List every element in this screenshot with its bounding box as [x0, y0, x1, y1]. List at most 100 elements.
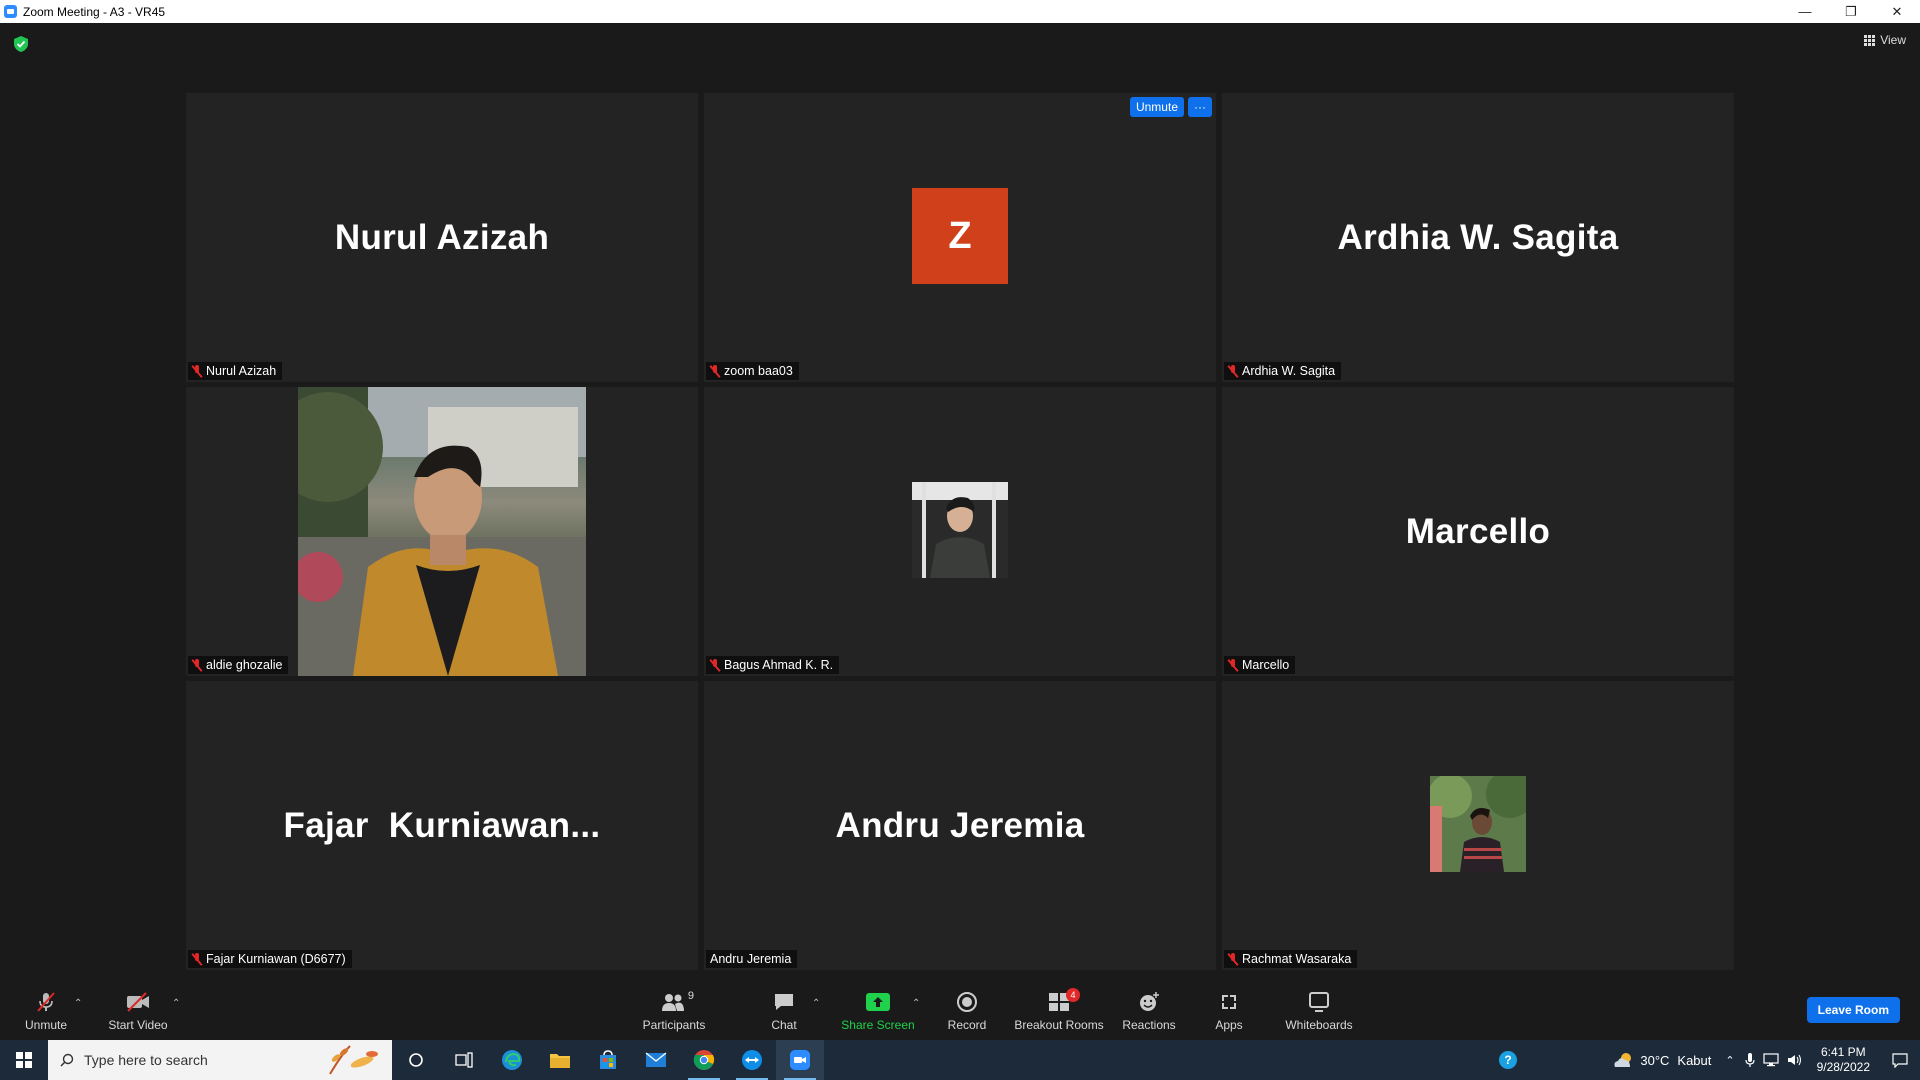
mic-muted-icon [1228, 658, 1238, 672]
tray-chevron-up-icon[interactable]: ⌃ [1725, 1054, 1734, 1067]
search-highlight-illustration-icon [329, 1045, 378, 1075]
participant-name-display: Ardhia W. Sagita [1337, 217, 1619, 257]
minimize-icon[interactable]: — [1782, 0, 1828, 23]
weather-condition[interactable]: Kabut [1677, 1053, 1711, 1068]
participant-label: Andru Jeremia [706, 950, 798, 968]
chat-label: Chat [771, 1018, 797, 1032]
notification-center-icon[interactable] [1880, 1040, 1920, 1080]
participants-button[interactable]: 9 Participants [637, 980, 711, 1040]
share-screen-button[interactable]: Share Screen [838, 980, 918, 1040]
window-controls: — ❐ ✕ [1782, 0, 1920, 23]
video-tile[interactable]: Rachmat Wasaraka [1222, 681, 1734, 970]
chat-options-chevron-icon[interactable]: ⌃ [812, 998, 820, 1009]
tile-actions: Unmute ··· [1129, 97, 1212, 117]
video-tile[interactable]: Nurul Azizah Nurul Azizah [186, 93, 698, 382]
start-video-button[interactable]: Start Video [104, 980, 172, 1040]
apps-icon [1218, 990, 1240, 1014]
participants-icon: 9 [660, 990, 694, 1014]
zoom-taskbar-icon[interactable] [776, 1040, 824, 1080]
network-icon[interactable] [1763, 1053, 1779, 1067]
participant-profile-photo [912, 482, 1008, 578]
share-options-chevron-icon[interactable]: ⌃ [912, 998, 920, 1009]
view-label: View [1880, 33, 1906, 47]
help-icon[interactable]: ? [1484, 1040, 1532, 1080]
reactions-icon [1137, 990, 1161, 1014]
video-tile[interactable]: Marcello Marcello [1222, 387, 1734, 676]
participant-name-display: Fajar Kurniawan... [283, 805, 601, 845]
windows-start-icon[interactable] [0, 1040, 48, 1080]
zoom-app-icon [4, 5, 17, 18]
record-button[interactable]: Record [940, 980, 994, 1040]
participant-label-text: aldie ghozalie [206, 658, 283, 672]
video-tile[interactable]: Bagus Ahmad K. R. [704, 387, 1216, 676]
task-view-icon[interactable] [440, 1040, 488, 1080]
start-video-label: Start Video [108, 1018, 168, 1032]
tile-more-button[interactable]: ··· [1188, 97, 1212, 117]
leave-room-button[interactable]: Leave Room [1806, 997, 1900, 1023]
whiteboards-button[interactable]: Whiteboards [1280, 980, 1358, 1040]
chat-icon [772, 990, 796, 1014]
video-options-chevron-icon[interactable]: ⌃ [172, 998, 180, 1009]
participant-label: Fajar Kurniawan (D6677) [188, 950, 352, 968]
participant-label-text: Marcello [1242, 658, 1290, 672]
participant-label-text: Fajar Kurniawan (D6677) [206, 952, 346, 966]
audio-options-chevron-icon[interactable]: ⌃ [74, 998, 82, 1009]
participant-name-display: Nurul Azizah [334, 217, 550, 257]
video-tile[interactable]: Unmute ··· Z zoom baa03 [704, 93, 1216, 382]
participant-label-text: zoom baa03 [724, 364, 793, 378]
system-tray: ? 30°C Kabut ⌃ 6:41 PM 9/28/2022 [1484, 1040, 1920, 1080]
mail-icon[interactable] [632, 1040, 680, 1080]
share-screen-label: Share Screen [841, 1018, 915, 1032]
breakout-rooms-button[interactable]: 4 Breakout Rooms [1012, 980, 1106, 1040]
chat-button[interactable]: Chat [760, 980, 808, 1040]
restore-icon[interactable]: ❐ [1828, 0, 1874, 23]
microphone-icon[interactable] [1745, 1052, 1755, 1068]
teamviewer-icon[interactable] [728, 1040, 776, 1080]
mic-muted-icon [1228, 364, 1238, 378]
mic-muted-icon [710, 658, 720, 672]
reactions-button[interactable]: Reactions [1118, 980, 1180, 1040]
weather-temperature[interactable]: 30°C [1640, 1053, 1669, 1068]
weather-cloudy-icon[interactable] [1612, 1052, 1634, 1068]
microsoft-store-icon[interactable] [584, 1040, 632, 1080]
mic-muted-icon [1228, 952, 1238, 966]
cortana-icon[interactable] [392, 1040, 440, 1080]
record-label: Record [947, 1018, 987, 1032]
view-button[interactable]: View [1864, 33, 1906, 47]
video-tile[interactable]: Ardhia W. Sagita Ardhia W. Sagita [1222, 93, 1734, 382]
participant-profile-photo [1430, 776, 1526, 872]
system-clock[interactable]: 6:41 PM 9/28/2022 [1807, 1045, 1880, 1075]
edge-browser-icon[interactable] [488, 1040, 536, 1080]
apps-label: Apps [1215, 1018, 1243, 1032]
volume-icon[interactable] [1787, 1053, 1803, 1067]
breakout-badge: 4 [1066, 988, 1080, 1002]
window-title: Zoom Meeting - A3 - VR45 [23, 4, 166, 19]
file-explorer-icon[interactable] [536, 1040, 584, 1080]
participant-label: Rachmat Wasaraka [1224, 950, 1358, 968]
clock-date: 9/28/2022 [1816, 1060, 1870, 1074]
chrome-browser-icon[interactable] [680, 1040, 728, 1080]
close-icon[interactable]: ✕ [1874, 0, 1920, 23]
mic-muted-icon [192, 364, 202, 378]
encryption-shield-icon[interactable] [14, 36, 28, 52]
apps-button[interactable]: Apps [1204, 980, 1254, 1040]
meeting-stage: View Nurul Azizah Nurul Azizah Unmute ··… [0, 23, 1920, 980]
tile-unmute-button[interactable]: Unmute [1129, 97, 1184, 117]
reactions-label: Reactions [1122, 1018, 1176, 1032]
video-tile[interactable]: Fajar Kurniawan... Fajar Kurniawan (D667… [186, 681, 698, 970]
taskbar-search-box[interactable]: Type here to search [48, 1040, 392, 1080]
participant-label: zoom baa03 [706, 362, 799, 380]
unmute-button[interactable]: Unmute [18, 980, 74, 1040]
svg-text:?: ? [1505, 1053, 1512, 1067]
clock-time: 6:41 PM [1820, 1045, 1866, 1059]
participant-name-display: Andru Jeremia [835, 805, 1085, 845]
participant-label-text: Nurul Azizah [206, 364, 277, 378]
video-tile[interactable]: Andru Jeremia Andru Jeremia [704, 681, 1216, 970]
video-tile[interactable]: aldie ghozalie [186, 387, 698, 676]
meeting-toolbar: Unmute ⌃ Start Video ⌃ 9 Participants Ch… [0, 980, 1920, 1040]
avatar: Z [912, 188, 1008, 284]
whiteboards-label: Whiteboards [1285, 1018, 1353, 1032]
participant-label: Nurul Azizah [188, 362, 283, 380]
participant-label: Marcello [1224, 656, 1296, 674]
participant-label: aldie ghozalie [188, 656, 289, 674]
